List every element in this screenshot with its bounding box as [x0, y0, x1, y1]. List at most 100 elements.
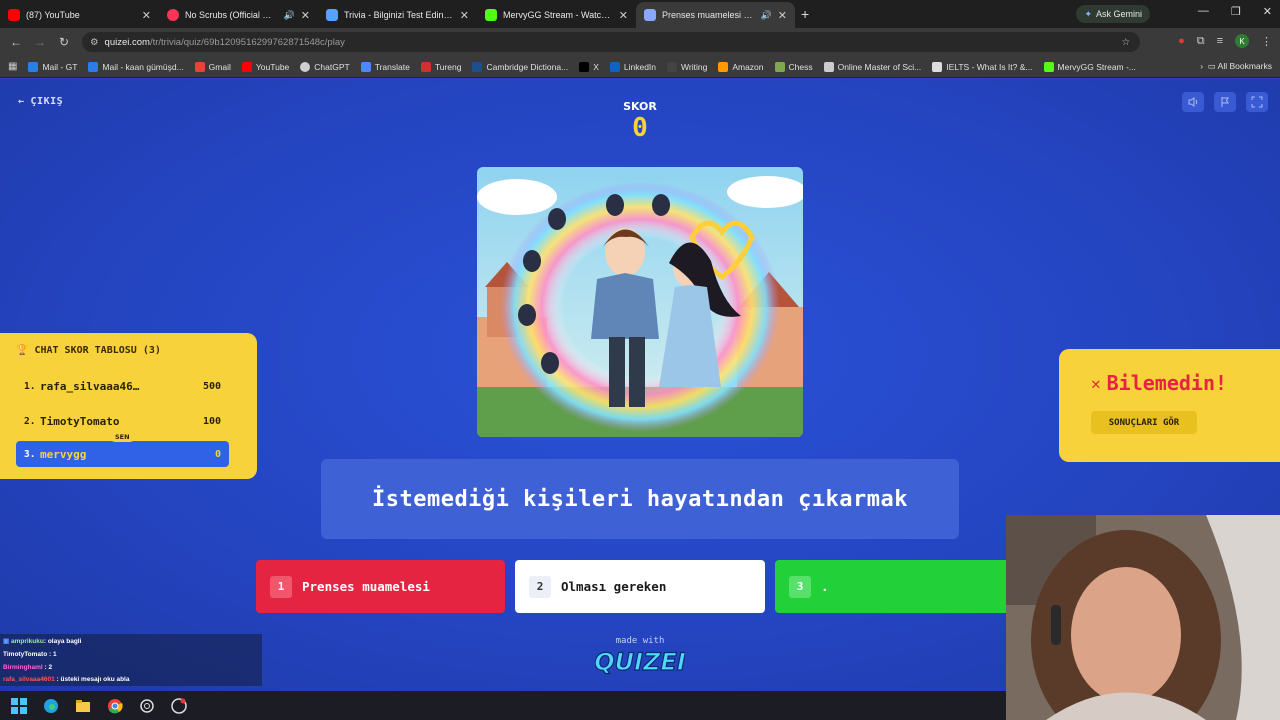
profile-avatar[interactable]: K — [1235, 34, 1249, 48]
bookmark-favicon-icon — [241, 61, 252, 72]
minimize-icon[interactable]: — — [1198, 5, 1209, 18]
ask-gemini-button[interactable]: ✦ Ask Gemini — [1076, 5, 1150, 23]
bookmark-item[interactable]: IELTS - What Is It? &... — [932, 61, 1033, 72]
bookmark-item[interactable]: Mail - GT — [28, 61, 77, 72]
logo-text: QUIZEI — [595, 648, 685, 676]
close-icon[interactable]: ✕ — [619, 9, 628, 22]
bookmark-item[interactable]: LinkedIn — [609, 61, 656, 72]
bookmark-item[interactable]: X — [579, 61, 599, 72]
bookmark-favicon-icon — [823, 61, 834, 72]
bookmark-item[interactable]: Chess — [774, 61, 813, 72]
extensions-puzzle-icon[interactable]: ⧉ — [1197, 35, 1205, 48]
bookmark-favicon-icon — [472, 61, 483, 72]
taskbar — [0, 691, 1006, 720]
question-text: İstemediği kişileri hayatından çıkarmak — [321, 459, 959, 539]
new-tab-button[interactable]: + — [801, 6, 809, 22]
answer-text: . — [821, 579, 829, 594]
bookmark-favicon-icon — [718, 61, 729, 72]
close-icon[interactable]: ✕ — [460, 9, 469, 22]
bookmark-item[interactable]: YouTube — [241, 61, 289, 72]
flag-icon[interactable] — [1214, 92, 1236, 112]
all-bookmarks-button[interactable]: › ▭ All Bookmarks — [1200, 61, 1272, 72]
result-title: ✕ Bilemedin! — [1091, 371, 1228, 395]
leaderboard-row: 1. rafa_silvaaa46… 500 — [24, 379, 221, 393]
reload-icon[interactable]: ↻ — [52, 35, 76, 49]
menu-icon[interactable]: ⋮ — [1261, 35, 1272, 48]
bookmark-item[interactable]: Amazon — [718, 61, 764, 72]
bookmark-favicon-icon — [88, 61, 99, 72]
apps-icon[interactable]: ▦ — [8, 61, 17, 72]
leaderboard-row: 2. TimotyTomato 100 — [24, 414, 221, 428]
close-window-icon[interactable]: ✕ — [1263, 5, 1272, 18]
answer-option-1[interactable]: 1 Prenses muamelesi — [256, 560, 505, 613]
you-badge: SEN — [110, 432, 135, 442]
bookmark-favicon-icon — [667, 61, 678, 72]
quiz-tools — [1182, 92, 1268, 112]
answer-option-2[interactable]: 2 Olması gereken — [515, 560, 765, 613]
obs-icon[interactable] — [170, 697, 188, 715]
file-explorer-icon[interactable] — [74, 697, 92, 715]
toolbar-actions: ● ⧉ ≡ K ⋮ — [1178, 34, 1272, 48]
bookmark-favicon-icon — [420, 61, 431, 72]
bookmark-item[interactable]: Writing — [667, 61, 707, 72]
bookmark-item[interactable]: ChatGPT — [300, 61, 350, 72]
bookmark-item[interactable]: Gmail — [194, 61, 231, 72]
restore-icon[interactable]: ❐ — [1231, 5, 1241, 18]
windows-start-icon[interactable] — [10, 697, 28, 715]
chat-message: Birminghaml : 2 — [3, 663, 53, 671]
browser-tab[interactable]: Trivia - Bilginizi Test Edin - Qui ✕ — [318, 2, 477, 28]
bookmark-item[interactable]: Tureng — [420, 61, 461, 72]
bookmark-favicon-icon — [932, 61, 943, 72]
bookmark-favicon-icon — [579, 61, 590, 72]
bookmark-item[interactable]: Mail - kaan gümüşd... — [88, 61, 184, 72]
music-favicon-icon — [167, 9, 179, 21]
see-results-button[interactable]: SONUÇLARI GÖR — [1091, 411, 1197, 434]
answer-number: 3 — [789, 575, 811, 598]
forward-icon[interactable]: → — [28, 35, 52, 49]
speaker-icon[interactable]: 🔊 — [284, 10, 295, 21]
address-bar-row: ← → ↻ ⚙ quizei.com/tr/trivia/quiz/69b120… — [0, 28, 1280, 56]
bookmark-item[interactable]: Online Master of Sci... — [823, 61, 921, 72]
bookmark-favicon-icon — [300, 61, 311, 72]
gemini-icon: ✦ — [1084, 8, 1092, 19]
tab-title: Trivia - Bilginizi Test Edin - Qui — [344, 10, 454, 20]
quizei-logo[interactable]: QUIZEI — [595, 646, 685, 676]
browser-tab-active[interactable]: Prenses muamelesi mi olm 🔊 ✕ — [636, 2, 795, 28]
youtube-favicon-icon — [8, 9, 20, 21]
chrome-icon[interactable] — [106, 697, 124, 715]
extension-icon[interactable]: ● — [1178, 35, 1185, 47]
chat-badge-icon: ▣ — [3, 638, 10, 645]
bookmark-item[interactable]: Translate — [360, 61, 410, 72]
fullscreen-icon[interactable] — [1246, 92, 1268, 112]
browser-tab[interactable]: No Scrubs (Official HD Vide 🔊 ✕ — [159, 2, 318, 28]
media-control-icon[interactable]: ≡ — [1217, 35, 1223, 47]
browser-tab[interactable]: MervyGG Stream - Watch Live c ✕ — [477, 2, 636, 28]
close-icon[interactable]: ✕ — [142, 9, 151, 22]
close-icon[interactable]: ✕ — [778, 9, 787, 22]
cross-icon: ✕ — [1091, 373, 1101, 393]
bookmark-item[interactable]: MervyGG Stream -... — [1043, 61, 1136, 72]
stream-chat-overlay: ▣ amprikuku: olaya bagli TimotyTomato : … — [0, 634, 262, 686]
chat-message: ▣ amprikuku: olaya bagli — [3, 638, 82, 645]
answer-option-3[interactable]: 3 . — [775, 560, 1006, 613]
score-value: 0 — [632, 113, 648, 143]
chatgpt-icon[interactable] — [138, 697, 156, 715]
back-icon[interactable]: ← — [4, 35, 28, 49]
score-label: SKOR — [623, 100, 657, 113]
edge-icon[interactable] — [42, 697, 60, 715]
exit-button[interactable]: ← ÇIKIŞ — [18, 96, 63, 107]
tab-title: No Scrubs (Official HD Vide — [185, 10, 278, 20]
bookmark-star-icon[interactable]: ☆ — [1121, 37, 1130, 48]
speaker-icon[interactable]: 🔊 — [761, 10, 772, 21]
made-with-label: made with — [615, 636, 665, 646]
quizei-favicon-icon — [644, 9, 656, 21]
browser-tab[interactable]: (87) YouTube ✕ — [0, 2, 159, 28]
url-input[interactable]: ⚙ quizei.com/tr/trivia/quiz/69b120951629… — [82, 32, 1140, 52]
bookmark-favicon-icon — [360, 61, 371, 72]
leaderboard-title: 🏆 CHAT SKOR TABLOSU (3) — [16, 345, 161, 356]
tab-title: Prenses muamelesi mi olm — [662, 10, 755, 20]
site-info-icon[interactable]: ⚙ — [90, 37, 99, 48]
bookmark-item[interactable]: Cambridge Dictiona... — [472, 61, 568, 72]
sound-icon[interactable] — [1182, 92, 1204, 112]
close-icon[interactable]: ✕ — [301, 9, 310, 22]
